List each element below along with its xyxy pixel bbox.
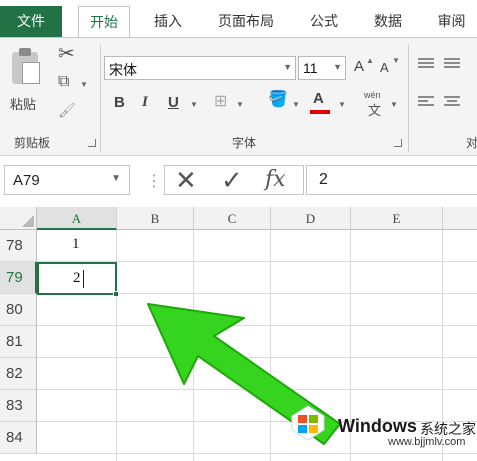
- watermark-brand: Windows: [338, 416, 417, 436]
- watermark: Windows 系统之家 www.bjjmlv.com: [286, 398, 477, 454]
- watermark-url: www.bjjmlv.com: [388, 436, 466, 448]
- annotation-arrow-icon: [147, 303, 341, 445]
- windows-logo-icon: [291, 405, 325, 441]
